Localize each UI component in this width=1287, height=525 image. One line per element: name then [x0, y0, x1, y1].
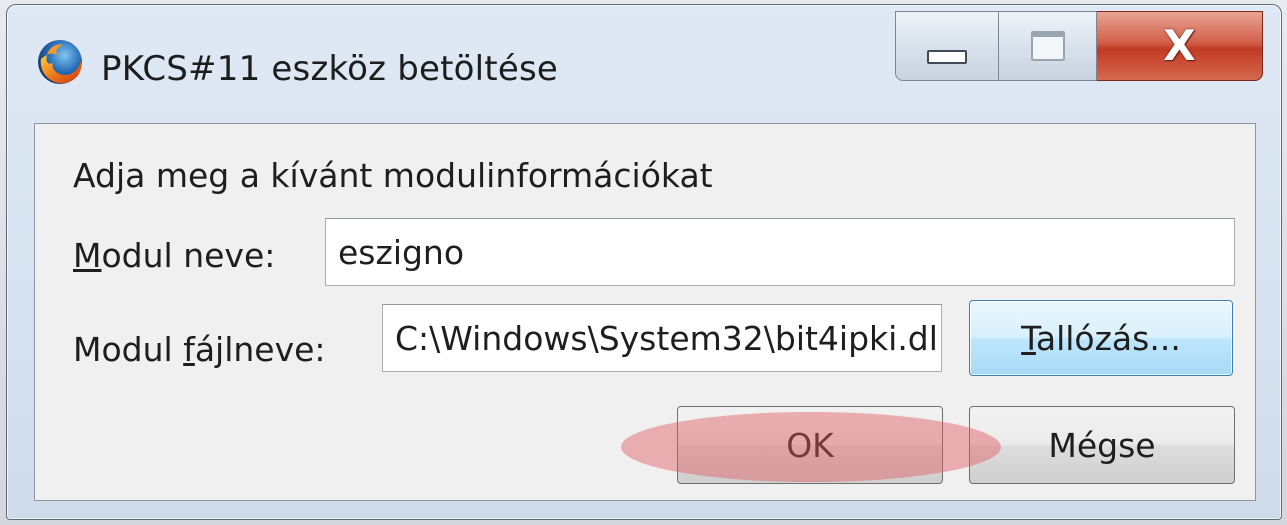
cancel-button[interactable]: Mégse [969, 406, 1235, 484]
ok-button-label: OK [786, 425, 834, 465]
module-file-accel: f [183, 330, 195, 369]
module-file-label: Modul fájlneve: [73, 330, 326, 369]
browse-accel: T [1021, 318, 1036, 358]
module-name-accel: M [73, 236, 102, 275]
minimize-button[interactable] [895, 11, 999, 81]
dialog-content: Adja meg a kívánt modulinformációkat Mod… [34, 123, 1256, 501]
dialog-window: PKCS#11 eszköz betöltése X Adja meg a kí… [6, 4, 1282, 520]
ok-button[interactable]: OK [677, 406, 943, 484]
module-name-label: Modul neve: [73, 236, 275, 275]
minimize-icon [927, 50, 967, 64]
maximize-button[interactable] [999, 11, 1097, 81]
title-bar[interactable]: PKCS#11 eszköz betöltése X [7, 5, 1281, 111]
firefox-icon [38, 40, 82, 84]
cancel-button-label: Mégse [1048, 425, 1156, 465]
window-title: PKCS#11 eszköz betöltése [101, 49, 558, 89]
dialog-heading: Adja meg a kívánt modulinformációkat [73, 156, 713, 195]
module-name-label-text: odul neve: [101, 236, 276, 275]
module-name-input[interactable]: eszigno [325, 218, 1235, 286]
browse-button-label: Tallózás... [1021, 319, 1181, 358]
caption-buttons: X [895, 11, 1263, 81]
maximize-icon [1030, 31, 1065, 61]
browse-button[interactable]: Tallózás... [969, 300, 1233, 376]
module-file-label-text: ájlneve: [194, 330, 326, 369]
close-button[interactable]: X [1097, 11, 1263, 81]
close-icon: X [1163, 21, 1196, 70]
module-file-input[interactable]: C:\Windows\System32\bit4ipki.dll [382, 304, 942, 372]
browse-label-text: allózás... [1035, 318, 1181, 358]
module-file-label-pre: Modul [73, 330, 184, 369]
